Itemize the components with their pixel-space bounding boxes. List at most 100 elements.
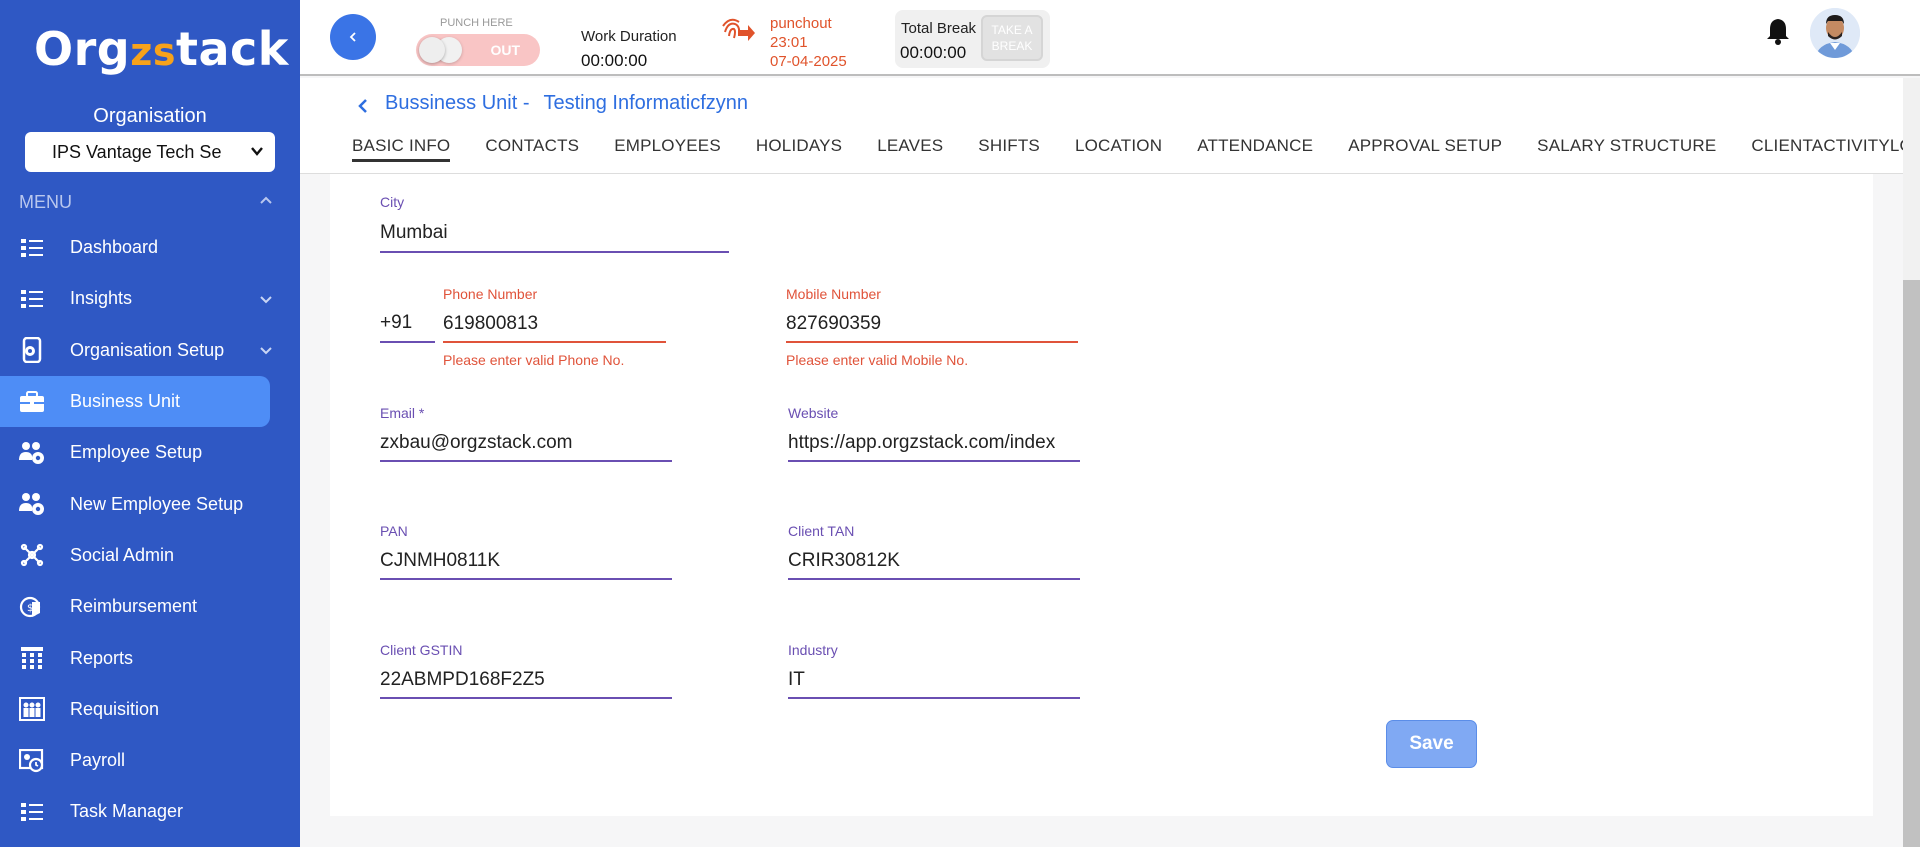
back-arrow-icon[interactable] (355, 96, 371, 116)
payroll-icon (19, 748, 45, 774)
city-field[interactable]: City Mumbai (380, 194, 730, 254)
client-tan-underline (788, 578, 1080, 580)
punch-toggle[interactable]: OUT (416, 34, 540, 66)
svg-text:$: $ (27, 603, 33, 614)
total-break-label: Total Break (901, 20, 977, 37)
pan-underline (380, 578, 672, 580)
sidebar-item-task-manager[interactable]: Task Manager (0, 786, 270, 837)
phone-number-error: Please enter valid Phone No. (443, 352, 625, 368)
tab-clientactivitylog[interactable]: CLIENTACTIVITYLOG (1751, 136, 1905, 162)
client-tan-label: Client TAN (788, 523, 855, 539)
sidebar-item-payroll[interactable]: Payroll (0, 735, 270, 786)
fingerprint-icon (722, 18, 755, 41)
scrollbar-thumb[interactable] (1903, 280, 1920, 847)
country-code-field[interactable]: +91 (380, 290, 435, 344)
sidebar-item-employee-setup[interactable]: Employee Setup (0, 427, 270, 478)
punchout-info: punchout 23:01 07-04-2025 (770, 14, 847, 71)
mobile-number-underline (786, 341, 1078, 343)
tab-basic-info[interactable]: BASIC INFO (352, 136, 451, 162)
total-break-box: Total Break 00:00:00 TAKE A BREAK (895, 10, 1050, 68)
sidebar-item-business-unit[interactable]: Business Unit (0, 375, 270, 428)
sidebar-item-social-admin[interactable]: Social Admin (0, 530, 270, 581)
chevron-down-icon (260, 296, 272, 304)
tab-holidays[interactable]: HOLIDAYS (756, 136, 842, 162)
punchout-date: 07-04-2025 (770, 53, 847, 70)
toggle-state: OUT (490, 42, 520, 58)
tab-location[interactable]: LOCATION (1075, 136, 1162, 162)
tab-contacts[interactable]: CONTACTS (485, 136, 579, 162)
toggle-knob (419, 37, 445, 63)
user-avatar-icon (1810, 8, 1860, 58)
save-button[interactable]: Save (1386, 720, 1477, 768)
city-label: City (380, 194, 405, 210)
header-clip: Bussiness Unit - Testing Informaticfzynn … (300, 78, 1905, 174)
punch-here-label: PUNCH HERE (440, 17, 513, 29)
chevron-down-icon (251, 147, 263, 156)
sidebar: Orgzstack Organisation IPS Vantage Tech … (0, 0, 300, 847)
breadcrumb-section[interactable]: Bussiness Unit - (385, 92, 530, 114)
sidebar-item-reimbursement[interactable]: $ Reimbursement (0, 581, 270, 632)
country-code-value[interactable]: +91 (380, 312, 412, 334)
client-gstin-underline (380, 697, 672, 699)
sidebar-item-label: Social Admin (70, 544, 175, 565)
chevron-left-icon (349, 32, 356, 42)
sidebar-item-label: Insights (70, 288, 133, 309)
basic-info-form (330, 174, 1873, 816)
sidebar-item-dashboard[interactable]: Dashboard (0, 222, 270, 273)
menu-label: MENU (19, 192, 72, 212)
tab-attendance[interactable]: ATTENDANCE (1197, 136, 1313, 162)
industry-label: Industry (788, 642, 838, 658)
email-field[interactable]: Email * zxbau@orgzstack.com (380, 405, 672, 465)
client-tan-field[interactable]: Client TAN CRIR30812K (788, 523, 1080, 583)
phone-number-field[interactable]: Phone Number 619800813 Please enter vali… (443, 286, 667, 372)
tab-approval-setup[interactable]: APPROVAL SETUP (1348, 136, 1502, 162)
tab-shifts[interactable]: SHIFTS (978, 136, 1040, 162)
sidebar-item-insights[interactable]: Insights (0, 273, 272, 324)
bell-icon[interactable] (1764, 16, 1792, 46)
sidebar-item-label: Task Manager (70, 801, 184, 822)
sidebar-item-label: Reports (70, 647, 134, 668)
industry-input[interactable]: IT (788, 669, 1080, 691)
city-value[interactable]: Mumbai (380, 222, 730, 244)
chevron-up-icon[interactable] (258, 192, 274, 208)
tab-salary-structure[interactable]: SALARY STRUCTURE (1537, 136, 1716, 162)
mobile-number-error: Please enter valid Mobile No. (786, 352, 969, 368)
sidebar-item-organisation-setup[interactable]: Organisation Setup (0, 325, 272, 376)
sidebar-item-requisition[interactable]: Requisition (0, 684, 270, 735)
take-a-break-button[interactable]: TAKE A BREAK (981, 15, 1043, 61)
tab-leaves[interactable]: LEAVES (877, 136, 943, 162)
sidebar-item-reports[interactable]: Reports (0, 632, 270, 683)
industry-underline (788, 697, 1080, 699)
take-break-line1: TAKE A (991, 23, 1033, 37)
scrollbar[interactable] (1903, 78, 1920, 847)
social-admin-icon (19, 542, 45, 568)
phone-number-input[interactable]: 619800813 (443, 313, 667, 335)
pan-field[interactable]: PAN CJNMH0811K (380, 523, 672, 583)
collapse-sidebar-button[interactable] (330, 14, 376, 60)
industry-field[interactable]: Industry IT (788, 642, 1080, 702)
website-field[interactable]: Website https://app.orgzstack.com/index (788, 405, 1080, 465)
mobile-number-input[interactable]: 827690359 (786, 313, 1078, 335)
client-tan-input[interactable]: CRIR30812K (788, 550, 1080, 572)
phone-number-label: Phone Number (443, 286, 538, 302)
sidebar-item-new-employee-setup[interactable]: New Employee Setup (0, 478, 270, 529)
sidebar-item-label: Requisition (70, 698, 160, 719)
orgzstack-logo[interactable]: Orgzstack (34, 22, 289, 76)
email-input[interactable]: zxbau@orgzstack.com (380, 432, 672, 454)
work-duration-label: Work Duration (581, 28, 677, 45)
email-underline (380, 460, 672, 462)
website-input[interactable]: https://app.orgzstack.com/index (788, 432, 1080, 454)
organisation-select[interactable]: IPS Vantage Tech Se (25, 132, 275, 172)
tab-employees[interactable]: EMPLOYEES (614, 136, 721, 162)
avatar[interactable] (1810, 8, 1860, 58)
website-label: Website (788, 405, 839, 421)
pan-input[interactable]: CJNMH0811K (380, 550, 672, 572)
client-gstin-field[interactable]: Client GSTIN 22ABMPD168F2Z5 (380, 642, 672, 702)
city-underline (380, 251, 729, 253)
sidebar-item-label: Organisation Setup (70, 339, 225, 360)
reports-icon (19, 645, 45, 671)
punchout-time: 23:01 (770, 34, 808, 51)
client-gstin-input[interactable]: 22ABMPD168F2Z5 (380, 669, 672, 691)
mobile-number-field[interactable]: Mobile Number 827690359 Please enter val… (786, 286, 1078, 372)
sidebar-item-label: Employee Setup (70, 442, 203, 463)
